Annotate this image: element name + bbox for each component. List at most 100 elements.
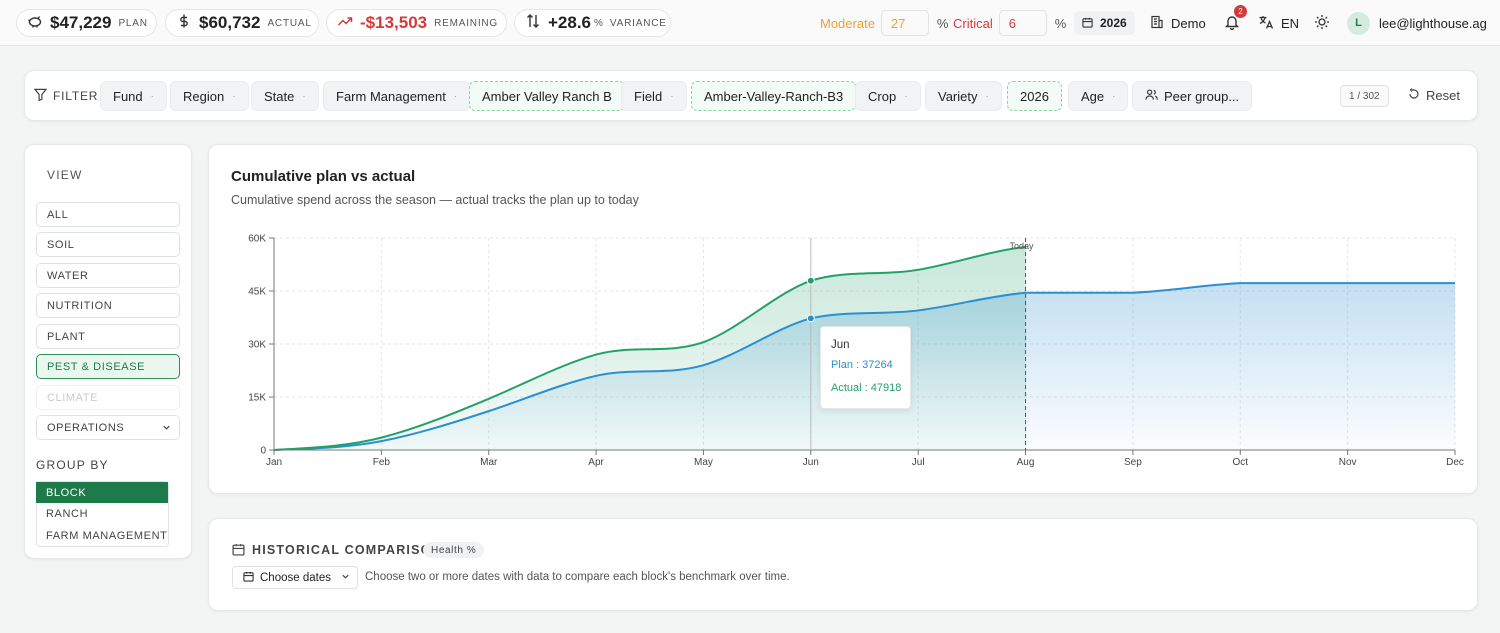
view-operations[interactable]: OPERATIONS <box>36 415 180 440</box>
result-count: 1 / 302 <box>1340 85 1389 107</box>
kpi-remaining-value: -$13,503 <box>360 13 428 32</box>
view-climate: CLIMATE <box>36 385 180 410</box>
chip-ranch-label: Amber Valley Ranch B <box>482 88 612 104</box>
chip-age[interactable]: Age · <box>1068 81 1129 111</box>
kpi-remaining: -$13,503 REMAINING <box>326 9 507 37</box>
chart-tooltip: Jun Plan : 37264 Actual : 47918 <box>820 326 911 409</box>
notifications-button[interactable]: 2 <box>1224 5 1247 37</box>
kpi-remaining-label: REMAINING <box>434 17 498 29</box>
point-actual <box>806 276 815 285</box>
chip-state[interactable]: State · <box>251 81 319 111</box>
user-menu[interactable]: L lee@lighthouse.ag <box>1347 9 1487 37</box>
chip-crop-label: Crop <box>868 88 897 104</box>
chip-farm-management-label: Farm Management <box>336 88 446 104</box>
x-tick-label: Oct <box>1232 457 1248 468</box>
year-selector[interactable]: 2026 <box>1074 11 1135 35</box>
chip-variety-label: Variety <box>938 88 978 104</box>
chip-variety[interactable]: Variety · <box>925 81 1002 111</box>
chip-year-label: 2026 <box>1020 88 1049 104</box>
chip-ranch[interactable]: Amber Valley Ranch B <box>469 81 625 111</box>
critical-input[interactable]: 6 <box>998 10 1047 36</box>
translate-icon <box>1258 14 1274 33</box>
moderate-input[interactable]: 27 <box>880 10 929 36</box>
chip-year[interactable]: 2026 <box>1007 81 1062 111</box>
view-nutrition[interactable]: NUTRITION <box>36 293 180 318</box>
kpi-variance-unit: % <box>594 17 603 29</box>
reset-button[interactable]: Reset <box>1408 88 1460 103</box>
kpi-variance-value: +28.6 <box>548 13 592 32</box>
view-operations-label: OPERATIONS <box>47 421 125 434</box>
choose-dates-button[interactable]: Choose dates <box>232 566 358 589</box>
chevron-down-icon <box>162 423 171 435</box>
chip-fund-label: Fund <box>113 88 143 104</box>
critical-threshold: Critical 6 % <box>953 9 1066 37</box>
chip-peer-group-label: Peer group... <box>1164 88 1240 104</box>
cumulative-chart: 0 15K 30K 45K 60K Jan Feb Mar Apr May Jun Jul Aug Sep… <box>248 234 1464 469</box>
historical-card: HISTORICAL COMPARISON Health % Choose da… <box>208 518 1478 611</box>
kpi-plan-label: PLAN <box>118 17 148 29</box>
calendar-icon <box>243 571 254 585</box>
x-tick-label: Mar <box>480 457 498 468</box>
chip-block[interactable]: Amber-Valley-Ranch-B3 <box>691 81 857 111</box>
x-tick-label: May <box>694 457 713 468</box>
avatar: L <box>1347 11 1370 35</box>
group-by-block[interactable]: BLOCK <box>36 482 168 503</box>
calendar-icon <box>232 543 245 561</box>
theme-toggle[interactable] <box>1314 9 1330 37</box>
filter-label: FILTER <box>53 89 99 103</box>
x-tick-label: Nov <box>1339 457 1357 468</box>
y-tick-label: 45K <box>248 287 266 298</box>
x-tick-label: Feb <box>373 457 391 468</box>
year-label: 2026 <box>1100 16 1127 30</box>
view-pest-disease[interactable]: PEST & DISEASE <box>36 354 180 379</box>
language-selector[interactable]: EN <box>1258 9 1299 37</box>
kpi-variance-label: VARIANCE <box>609 17 667 29</box>
language-label: EN <box>1281 15 1300 31</box>
critical-unit: % <box>1054 15 1067 31</box>
group-by-farm-management[interactable]: FARM MANAGEMENT <box>36 525 168 546</box>
moderate-unit: % <box>936 15 949 31</box>
tooltip-plan: Plan : 37264 <box>831 359 893 371</box>
view-all[interactable]: ALL <box>36 202 180 227</box>
historical-hint: Choose two or more dates with data to co… <box>365 571 790 583</box>
chip-peer-group[interactable]: Peer group... <box>1132 81 1253 111</box>
kpi-actual-value: $60,732 <box>199 13 261 32</box>
trend-up-icon <box>337 13 353 34</box>
y-tick-label: 30K <box>248 340 266 351</box>
view-water[interactable]: WATER <box>36 263 180 288</box>
org-selector[interactable]: Demo <box>1150 9 1206 37</box>
chip-age-label: Age <box>1081 88 1105 104</box>
filter-bar: FILTER Fund · Region · State · Farm Managem… <box>24 70 1478 121</box>
reset-icon <box>1408 88 1420 103</box>
view-soil[interactable]: SOIL <box>36 232 180 257</box>
chart-card: Cumulative plan vs actual Cumulative spe… <box>208 144 1478 494</box>
kpi-plan: $47,229 PLAN <box>16 9 157 37</box>
moderate-threshold: Moderate 27 % <box>820 9 948 37</box>
today-label: Today <box>1010 241 1035 251</box>
org-label: Demo <box>1171 15 1206 31</box>
choose-dates-label: Choose dates <box>260 571 331 584</box>
dollar-icon <box>176 13 192 34</box>
chip-farm-management[interactable]: Farm Management · <box>323 81 471 111</box>
view-sidebar: VIEW ALL SOIL WATER NUTRITION PLANT PEST… <box>24 144 192 559</box>
historical-title: HISTORICAL COMPARISON <box>252 543 442 557</box>
critical-label: Critical <box>953 15 993 31</box>
arrows-updown-icon <box>525 13 541 34</box>
group-by-ranch[interactable]: RANCH <box>36 503 168 524</box>
chip-fund[interactable]: Fund · <box>100 81 167 111</box>
chip-crop[interactable]: Crop · <box>855 81 921 111</box>
calendar-icon <box>1082 16 1093 31</box>
chip-region[interactable]: Region · <box>170 81 249 111</box>
reset-label: Reset <box>1426 88 1460 103</box>
building-icon <box>1150 15 1164 32</box>
x-tick-label: Jul <box>912 457 925 468</box>
chip-field[interactable]: Field · <box>621 81 687 111</box>
view-plant[interactable]: PLANT <box>36 324 180 349</box>
user-email: lee@lighthouse.ag <box>1379 15 1487 31</box>
kpi-plan-value: $47,229 <box>50 13 112 32</box>
view-title: VIEW <box>47 168 83 182</box>
filter-icon <box>33 88 48 104</box>
y-tick-label: 0 <box>260 446 266 457</box>
x-tick-label: Jun <box>803 457 819 468</box>
y-tick-label: 60K <box>248 234 266 245</box>
